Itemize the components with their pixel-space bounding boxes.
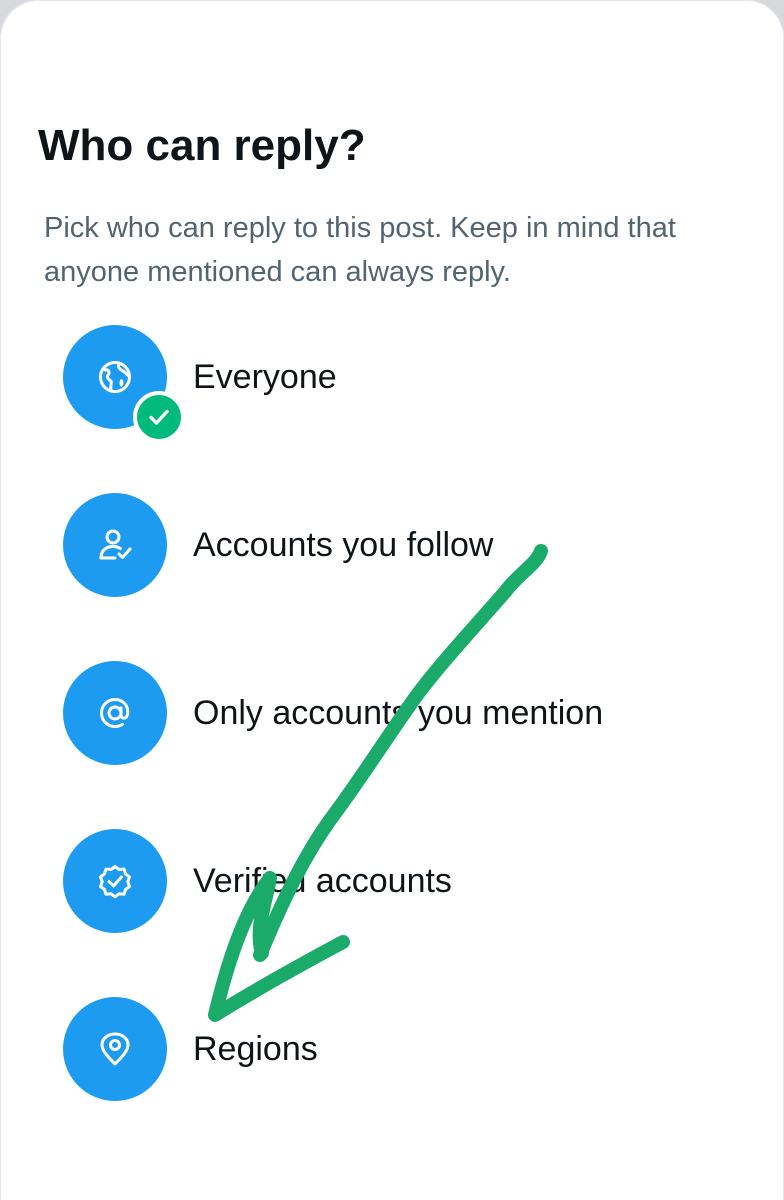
option-accounts-you-follow[interactable]: Accounts you follow: [63, 493, 743, 599]
option-verified-accounts[interactable]: Verified accounts: [63, 829, 743, 935]
checkmark-icon: [149, 409, 169, 425]
option-verified-accounts-label: Verified accounts: [193, 862, 452, 900]
option-verified-accounts-circle: [63, 829, 167, 933]
option-only-accounts-you-mention[interactable]: Only accounts you mention: [63, 661, 743, 767]
location-pin-icon: [100, 1032, 130, 1066]
option-everyone-label: Everyone: [193, 358, 337, 396]
page-subtitle: Pick who can reply to this post. Keep in…: [44, 212, 676, 288]
person-check-icon: [99, 529, 132, 560]
option-accounts-you-follow-circle: [63, 493, 167, 597]
at-sign-icon: [99, 697, 130, 729]
option-everyone[interactable]: Everyone: [63, 325, 743, 443]
page-title: Who can reply?: [38, 121, 366, 170]
reply-settings-sheet: Who can reply? Pick who can reply to thi…: [0, 0, 784, 1200]
option-regions[interactable]: Regions: [63, 997, 743, 1103]
selected-check-badge: [133, 391, 185, 443]
option-only-accounts-you-mention-label: Only accounts you mention: [193, 694, 604, 732]
option-accounts-you-follow-label: Accounts you follow: [193, 526, 494, 564]
verified-badge-icon: [99, 865, 131, 899]
globe-icon: [99, 361, 131, 393]
option-regions-circle: [63, 997, 167, 1101]
option-only-accounts-you-mention-circle: [63, 661, 167, 765]
option-regions-label: Regions: [193, 1030, 318, 1068]
